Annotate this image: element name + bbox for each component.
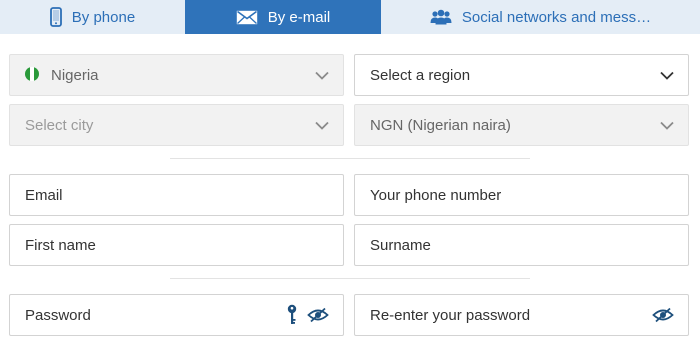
tab-by-phone[interactable]: By phone bbox=[0, 0, 185, 34]
region-select[interactable]: Select a region bbox=[354, 54, 689, 96]
city-placeholder: Select city bbox=[25, 116, 94, 134]
envelope-icon bbox=[236, 10, 258, 25]
people-icon bbox=[430, 9, 452, 25]
confirm-password-field[interactable]: Re-enter your password bbox=[354, 294, 689, 336]
tab-by-email[interactable]: By e-mail bbox=[185, 0, 381, 34]
country-select[interactable]: Nigeria bbox=[9, 54, 344, 96]
surname-placeholder: Surname bbox=[370, 236, 431, 254]
country-value: Nigeria bbox=[51, 66, 99, 84]
tab-social-networks[interactable]: Social networks and mess… bbox=[381, 0, 700, 34]
first-name-placeholder: First name bbox=[25, 236, 96, 254]
tab-by-email-label: By e-mail bbox=[267, 8, 331, 26]
first-name-field[interactable]: First name bbox=[9, 224, 344, 266]
eye-slash-icon[interactable] bbox=[652, 307, 674, 323]
section-divider bbox=[170, 158, 530, 159]
tab-by-phone-label: By phone bbox=[71, 8, 136, 26]
section-divider bbox=[170, 278, 530, 279]
chevron-down-icon bbox=[660, 117, 674, 134]
phone-number-placeholder: Your phone number bbox=[370, 186, 502, 204]
eye-slash-icon[interactable] bbox=[307, 307, 329, 323]
chevron-down-icon bbox=[315, 117, 329, 134]
currency-value: NGN (Nigerian naira) bbox=[370, 116, 511, 134]
chevron-down-icon bbox=[660, 67, 674, 84]
password-placeholder: Password bbox=[25, 306, 91, 324]
email-field[interactable]: Email bbox=[9, 174, 344, 216]
password-field[interactable]: Password bbox=[9, 294, 344, 336]
registration-method-tabs: By phone By e-mail Social networks and m… bbox=[0, 0, 700, 34]
chevron-down-icon bbox=[315, 67, 329, 84]
city-select[interactable]: Select city bbox=[9, 104, 344, 146]
surname-field[interactable]: Surname bbox=[354, 224, 689, 266]
smartphone-icon bbox=[49, 7, 62, 27]
region-placeholder: Select a region bbox=[370, 66, 471, 84]
tab-social-networks-label: Social networks and mess… bbox=[461, 8, 652, 26]
email-placeholder: Email bbox=[25, 186, 63, 204]
key-icon[interactable] bbox=[287, 304, 297, 326]
phone-number-field[interactable]: Your phone number bbox=[354, 174, 689, 216]
currency-select[interactable]: NGN (Nigerian naira) bbox=[354, 104, 689, 146]
confirm-password-placeholder: Re-enter your password bbox=[370, 306, 531, 324]
nigeria-flag-icon bbox=[25, 66, 39, 81]
